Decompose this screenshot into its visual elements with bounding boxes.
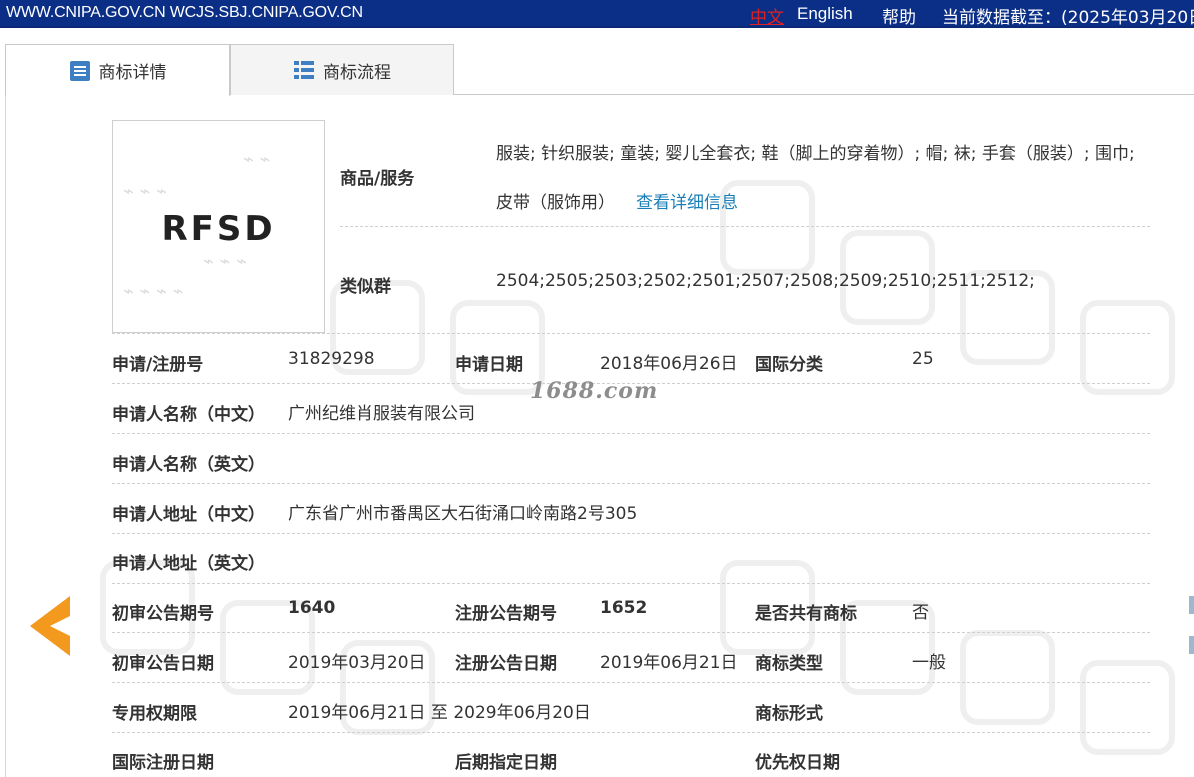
tab-strip: 商标详情 商标流程	[5, 44, 1194, 96]
shared-trademark-value: 否	[912, 603, 929, 623]
image-watermark: ⌁ ⌁ ⌁	[203, 251, 247, 272]
exclusive-period-value: 2019年06月21日 至 2029年06月20日	[288, 703, 591, 723]
goods-services-line-2: 皮带（服饰用）	[496, 193, 615, 213]
language-english-link[interactable]: English	[797, 4, 853, 24]
help-link[interactable]: 帮助	[882, 3, 916, 28]
shared-trademark-label: 是否共有商标	[755, 604, 857, 624]
tab-trademark-process[interactable]: 商标流程	[230, 44, 454, 95]
tab-trademark-details[interactable]: 商标详情	[5, 44, 230, 96]
mark-form-label: 商标形式	[755, 704, 823, 724]
tab-label: 商标流程	[323, 62, 391, 83]
row-divider	[112, 333, 1150, 334]
exclusive-period-label: 专用权期限	[112, 704, 197, 724]
list-document-icon	[69, 60, 91, 82]
goods-services-line-1: 服装; 针织服装; 童装; 婴儿全套衣; 鞋（脚上的穿着物）; 帽; 袜; 手套…	[496, 144, 1135, 164]
row-divider	[112, 682, 1150, 683]
preliminary-issue-value: 1640	[288, 598, 336, 618]
applicant-address-cn-value: 广东省广州市番禺区大石街涌口岭南路2号305	[288, 504, 638, 524]
priority-date-label: 优先权日期	[755, 753, 840, 773]
preliminary-date-label: 初审公告日期	[112, 654, 214, 674]
tab-label: 商标详情	[98, 63, 167, 83]
goods-services-label: 商品/服务	[340, 169, 415, 189]
row-divider	[112, 533, 1150, 534]
preliminary-issue-label: 初审公告期号	[112, 604, 214, 624]
row-divider	[112, 732, 1150, 733]
row-divider	[112, 483, 1150, 484]
top-bar: WWW.CNIPA.GOV.CN WCJS.SBJ.CNIPA.GOV.CN 中…	[0, 0, 1194, 28]
applicant-name-en-label: 申请人名称（英文）	[112, 455, 265, 475]
row-divider	[112, 433, 1150, 434]
chevron-left-icon	[30, 596, 70, 656]
similar-group-value: 2504;2505;2503;2502;2501;2507;2508;2509;…	[496, 271, 1035, 291]
row-divider	[112, 583, 1150, 584]
language-chinese-link[interactable]: 中文	[750, 3, 784, 28]
later-designation-date-label: 后期指定日期	[455, 753, 557, 773]
mark-type-label: 商标类型	[755, 654, 823, 674]
row-divider	[340, 226, 1150, 227]
next-button-edge[interactable]	[1189, 596, 1194, 614]
registration-issue-value: 1652	[600, 598, 648, 618]
applicant-name-cn-value: 广州纪维肖服装有限公司	[288, 404, 475, 424]
registration-number-label: 申请/注册号	[112, 355, 204, 375]
international-class-value: 25	[912, 349, 934, 369]
application-date-label: 申请日期	[455, 355, 523, 375]
international-registration-date-label: 国际注册日期	[112, 753, 214, 773]
previous-button[interactable]	[30, 596, 70, 656]
grid-list-icon	[293, 59, 315, 81]
trademark-image[interactable]: ⌁ ⌁ ⌁ ⌁ ⌁ ⌁ ⌁ ⌁ ⌁ ⌁ ⌁ ⌁ RFSD	[112, 120, 325, 333]
application-date-value: 2018年06月26日	[600, 354, 738, 374]
overlay-watermark: 1688.com	[530, 378, 659, 404]
similar-group-label: 类似群	[340, 277, 391, 297]
mark-type-value: 一般	[912, 653, 946, 673]
international-class-label: 国际分类	[755, 355, 823, 375]
row-divider	[112, 632, 1150, 633]
image-watermark: ⌁ ⌁	[243, 149, 271, 170]
applicant-name-cn-label: 申请人名称（中文）	[112, 405, 265, 425]
registration-date-value: 2019年06月21日	[600, 653, 738, 673]
image-watermark: ⌁ ⌁ ⌁ ⌁	[123, 281, 184, 302]
registration-date-label: 注册公告日期	[455, 654, 557, 674]
applicant-address-en-label: 申请人地址（英文）	[112, 554, 265, 574]
applicant-address-cn-label: 申请人地址（中文）	[112, 505, 265, 525]
site-domains: WWW.CNIPA.GOV.CN WCJS.SBJ.CNIPA.GOV.CN	[6, 4, 363, 21]
registration-number-value: 31829298	[288, 349, 375, 369]
next-button-edge[interactable]	[1189, 636, 1194, 654]
data-cutoff-text: 当前数据截至：(2025年03月20日	[942, 8, 1194, 28]
trademark-mark-text: RFSD	[161, 209, 276, 249]
preliminary-date-value: 2019年03月20日	[288, 653, 426, 673]
view-details-link[interactable]: 查看详细信息	[636, 188, 738, 213]
image-watermark: ⌁ ⌁ ⌁	[123, 181, 167, 202]
registration-issue-label: 注册公告期号	[455, 604, 557, 624]
